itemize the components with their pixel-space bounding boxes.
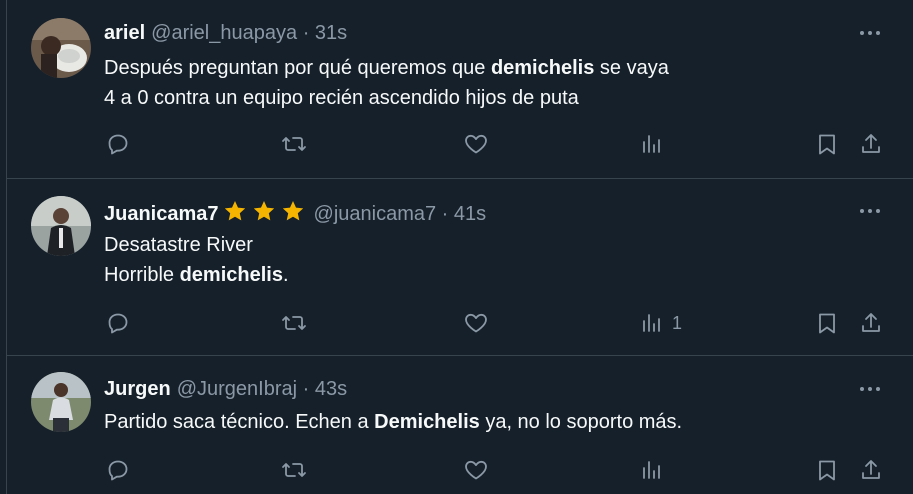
reply-button[interactable] — [106, 126, 130, 162]
text-segment: Partido saca técnico. Echen a — [104, 411, 375, 433]
bookmark-button[interactable] — [815, 126, 839, 162]
star-icon — [282, 201, 303, 221]
tweet[interactable]: ariel @ariel_huapaya · 31s Después pregun… — [7, 0, 913, 179]
text-segment: ya, no lo soporto más. — [479, 411, 683, 433]
more-options-button[interactable] — [853, 377, 887, 401]
like-button[interactable] — [463, 452, 489, 488]
like-icon — [465, 460, 487, 480]
share-button[interactable] — [859, 452, 883, 488]
author-name[interactable]: Jurgen — [104, 378, 171, 400]
more-options-button[interactable] — [853, 21, 887, 45]
retweet-icon — [282, 137, 306, 151]
like-icon — [465, 134, 487, 154]
share-button[interactable] — [859, 126, 883, 162]
tweet-actions — [7, 126, 913, 162]
tweet-actions: 1 — [7, 305, 913, 341]
like-button[interactable] — [463, 305, 489, 341]
bookmark-icon — [819, 460, 835, 481]
highlighted-term: demichelis — [490, 57, 595, 79]
like-button[interactable] — [463, 126, 489, 162]
text-segment: se vaya — [594, 57, 669, 79]
more-icon — [860, 387, 880, 391]
tweet-header: ariel @ariel_huapaya · 31s — [104, 21, 347, 45]
tweet-text: Desatastre River Horrible demichelis. — [104, 230, 289, 290]
verified-stars — [221, 199, 308, 229]
text-segment: Después preguntan por qué queremos que — [104, 57, 491, 79]
reply-icon — [108, 134, 128, 155]
highlighted-term: demichelis — [179, 264, 283, 286]
tweet-header: Jurgen @JurgenIbraj · 43s — [104, 377, 347, 401]
share-icon — [862, 460, 880, 479]
text-line: Desatastre River — [104, 234, 253, 256]
retweet-icon — [282, 316, 306, 330]
bookmark-icon — [819, 134, 835, 155]
avatar[interactable] — [31, 372, 91, 432]
views-button[interactable] — [640, 126, 672, 162]
more-icon — [860, 209, 880, 213]
timestamp[interactable]: 31s — [315, 22, 347, 44]
tweet-header: Juanicama7 @juanicama7 · 41s — [104, 199, 486, 229]
author-handle[interactable]: @JurgenIbraj — [177, 378, 297, 400]
retweet-icon — [282, 463, 306, 477]
retweet-button[interactable] — [281, 126, 307, 162]
author-name[interactable]: ariel — [104, 22, 145, 44]
author-handle[interactable]: @juanicama7 — [314, 203, 437, 225]
views-count: 1 — [672, 312, 683, 333]
retweet-button[interactable] — [281, 452, 307, 488]
avatar[interactable] — [31, 196, 91, 256]
star-icon — [224, 201, 245, 221]
tweet-text: Después preguntan por qué queremos que d… — [104, 53, 669, 113]
text-segment: . — [282, 264, 289, 286]
timestamp[interactable]: 41s — [454, 203, 486, 225]
timestamp[interactable]: 43s — [315, 378, 347, 400]
views-button[interactable]: 1 — [640, 305, 682, 341]
bookmark-button[interactable] — [815, 452, 839, 488]
tweet[interactable]: Juanicama7 @juanicama7 · 41s Desatastre R… — [7, 178, 913, 356]
retweet-button[interactable] — [281, 305, 307, 341]
text-line: 4 a 0 contra un equipo recién ascendido … — [104, 87, 579, 109]
reply-button[interactable] — [106, 452, 130, 488]
separator-dot: · — [302, 378, 310, 400]
star-icon — [253, 201, 274, 221]
tweet-actions — [7, 452, 913, 488]
share-icon — [862, 313, 880, 332]
text-segment: Horrible — [104, 264, 180, 286]
more-options-button[interactable] — [853, 199, 887, 223]
reply-icon — [108, 460, 128, 481]
reply-icon — [108, 313, 128, 334]
bookmark-icon — [819, 313, 835, 334]
highlighted-term: Demichelis — [374, 411, 480, 433]
share-icon — [862, 134, 880, 153]
views-icon — [643, 461, 660, 479]
reply-button[interactable] — [106, 305, 130, 341]
avatar[interactable] — [31, 18, 91, 78]
like-icon — [465, 313, 487, 333]
tweet[interactable]: Jurgen @JurgenIbraj · 43s Partido saca té… — [7, 355, 913, 494]
tweet-text: Partido saca técnico. Echen a Demichelis… — [104, 407, 682, 437]
separator-dot: · — [302, 22, 310, 44]
views-icon — [643, 135, 660, 153]
timeline: ariel @ariel_huapaya · 31s Después pregun… — [6, 0, 913, 494]
more-icon — [860, 31, 880, 35]
author-handle[interactable]: @ariel_huapaya — [151, 22, 297, 44]
separator-dot: · — [441, 203, 449, 225]
bookmark-button[interactable] — [815, 305, 839, 341]
share-button[interactable] — [859, 305, 883, 341]
views-icon — [643, 314, 660, 332]
author-name[interactable]: Juanicama7 — [104, 203, 219, 225]
views-button[interactable] — [640, 452, 672, 488]
